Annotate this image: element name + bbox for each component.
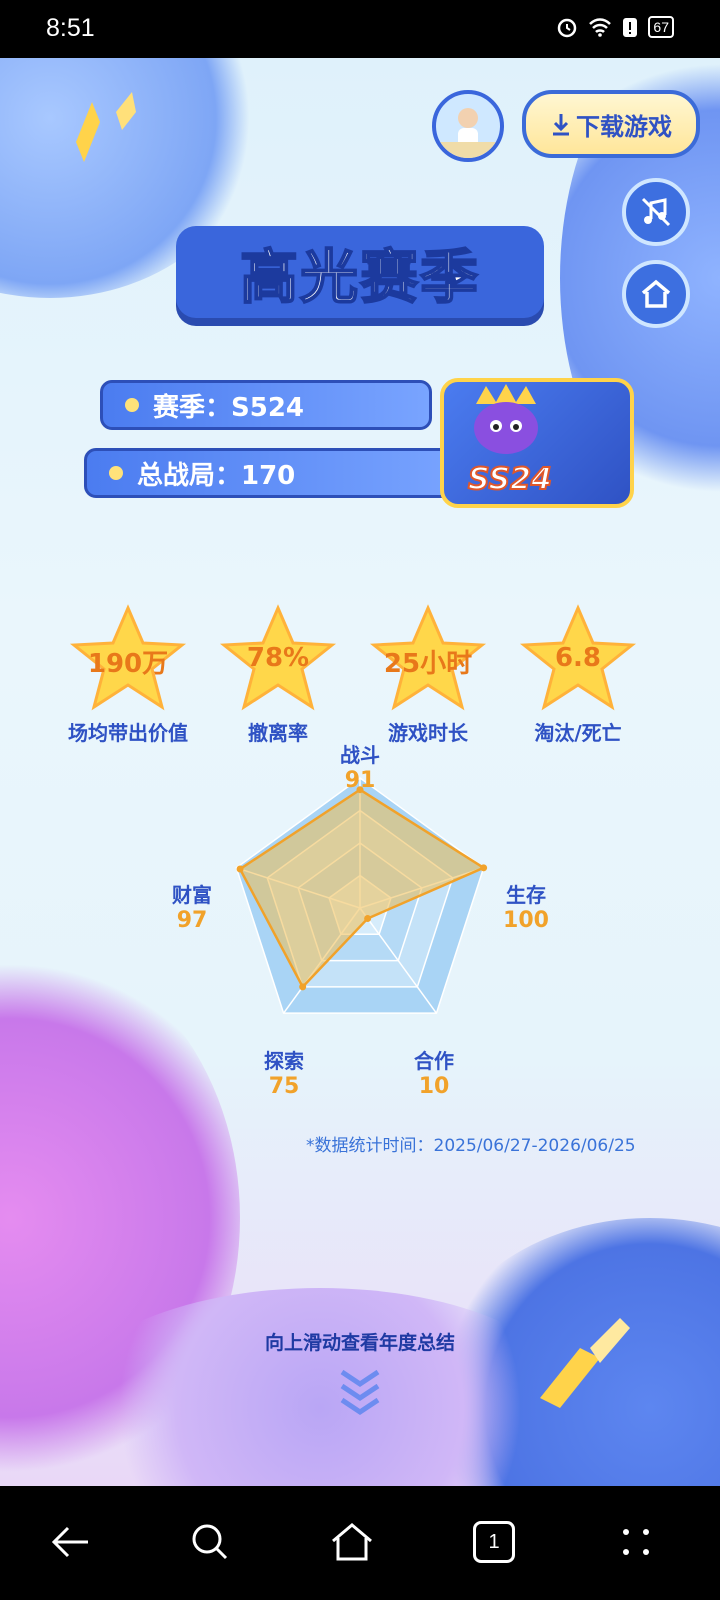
search-icon [192,1524,228,1560]
radar-chart [235,777,488,1014]
home-button[interactable] [622,260,690,328]
swipe-up-hint[interactable]: 向上滑动查看年度总结 [0,1328,720,1355]
stat-play-time: 25小时 游戏时长 [358,603,498,746]
battery-icon: 67 [648,16,674,38]
stat-value: 6.8 [554,643,602,673]
music-toggle-button[interactable] [622,178,690,246]
radar-data-point-4 [236,865,244,873]
stat-label: 场均带出价值 [68,721,188,745]
bullet-dot [109,466,123,480]
menu-icon [623,1529,649,1555]
download-game-button[interactable]: 下载游戏 [522,90,700,158]
season-badge: SS24 [440,378,634,508]
page-title: 高光赛季 [176,226,544,318]
radar-data-point-3 [299,983,307,991]
bullet-dot [125,398,139,412]
radar-label-survival: 生存 100 [503,883,549,933]
battery-saver-icon [623,18,638,37]
total-games-bar: 总战局：170 [84,448,464,498]
radar-data-point-2 [364,915,372,923]
stat-value: 190万 [87,649,169,679]
radar-label-wealth: 财富 97 [172,883,212,933]
season-badge-text: SS24 [467,461,553,498]
radar-label-combat: 战斗 91 [340,743,380,793]
search-button[interactable] [180,1512,240,1572]
status-bar: 8:51 67 [0,0,720,58]
download-icon [553,114,569,136]
stat-kd: 6.8 淘汰/死亡 [508,603,648,746]
home-nav-button[interactable] [322,1512,382,1572]
system-nav-bar: 1 [0,1486,720,1600]
radar-label-explore: 探索 75 [264,1049,304,1099]
season-label: 赛季：S524 [153,392,304,423]
octopus-mascot-icon [474,384,538,454]
stat-avg-value: 190万 场均带出价值 [58,603,198,746]
stat-value: 78% [246,643,310,673]
stat-value: 25小时 [383,649,473,679]
season-bar: 赛季：S524 [100,380,432,430]
crystal-decoration [540,1318,630,1408]
wifi-icon [589,18,612,37]
tabs-icon: 1 [473,1521,515,1563]
stat-label: 淘汰/死亡 [534,721,622,745]
stat-extract-rate: 78% 撤离率 [208,603,348,746]
avatar[interactable] [432,90,504,162]
alarm-icon [558,18,577,38]
total-games-label: 总战局：170 [137,460,296,491]
radar-data-point-1 [480,864,488,872]
app-content: 下载游戏 高光赛季 赛季：S524 总战局：170 SS24 190万 场均带出… [0,58,720,1486]
crystal-decoration [76,92,136,162]
data-period-note: *数据统计时间：2025/06/27-2026/06/25 [306,1136,636,1156]
radar-label-cooperation: 合作 10 [414,1049,454,1099]
back-icon [51,1526,88,1558]
home-nav-icon [332,1523,372,1561]
tabs-button[interactable]: 1 [464,1512,524,1572]
music-off-icon [641,197,671,227]
status-time: 8:51 [46,14,95,42]
home-icon [641,279,671,308]
menu-button[interactable] [606,1512,666,1572]
chevron-down-icon [340,1369,380,1416]
back-button[interactable] [40,1512,100,1572]
download-game-label: 下载游戏 [576,112,672,141]
